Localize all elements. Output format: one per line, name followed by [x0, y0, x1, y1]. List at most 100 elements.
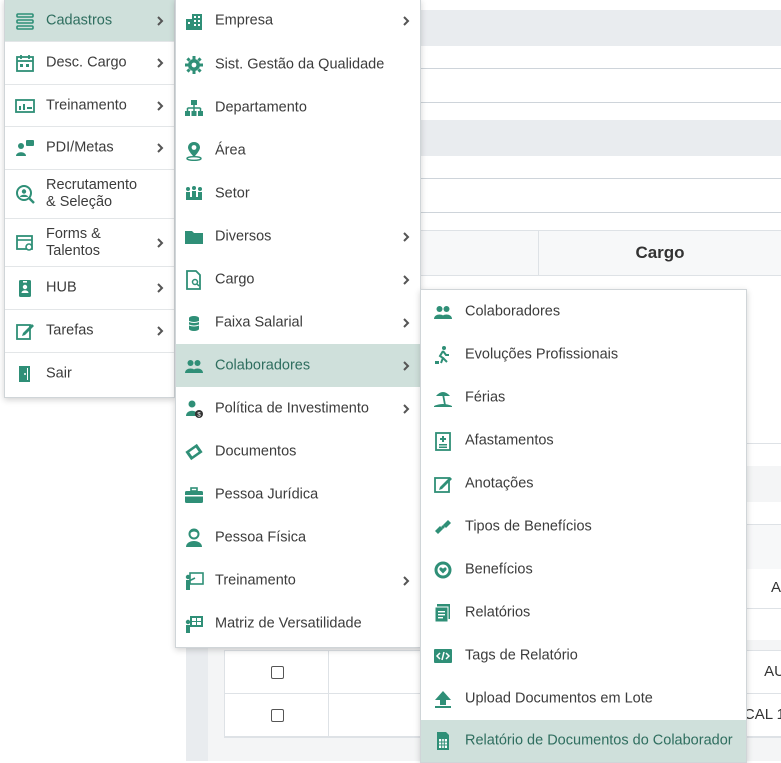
form-field-1 [420, 10, 781, 46]
menu-item-relatorio-documentos-colaborador[interactable]: Relatório de Documentos do Colaborador [421, 720, 746, 762]
menu-item-label: Departamento [215, 99, 307, 115]
form-field-5 [420, 178, 781, 179]
target-heart-icon [434, 561, 452, 578]
menu-item-hub[interactable]: HUB [5, 267, 174, 310]
menu-item-colaboradores[interactable]: Colaboradores [176, 344, 420, 387]
menu-item-label: Política de Investimento [215, 400, 369, 416]
sitemap-icon [185, 99, 203, 116]
menu-item-upload-documentos-lote[interactable]: Upload Documentos em Lote [421, 677, 746, 720]
menu-item-label: Férias [465, 389, 506, 405]
menu-item-departamento[interactable]: Departamento [176, 86, 420, 129]
menu-item-label: Pessoa Jurídica [215, 486, 319, 502]
menu-item-label: Matriz de Versatilidade [215, 615, 362, 631]
menu-item-faixa-salarial[interactable]: Faixa Salarial [176, 301, 420, 344]
chevron-right-icon [157, 143, 164, 153]
chevron-right-icon [403, 360, 410, 371]
row-checkbox-cell [225, 694, 329, 736]
menu-item-area[interactable]: Área [176, 129, 420, 172]
menu-item-label: Tags de Relatório [465, 647, 578, 663]
presentation-icon [15, 98, 35, 113]
menu-item-cadastros[interactable]: Cadastros [5, 0, 174, 42]
search-person-icon [16, 185, 35, 204]
form-field-4 [420, 120, 781, 156]
colaboradores-submenu: Colaboradores Evoluções Profissionais Fé… [420, 289, 747, 763]
menu-item-label: Afastamentos [465, 432, 554, 448]
cadastros-submenu: Empresa Sist. Gestão da Qualidade Depart… [175, 0, 421, 648]
menu-item-relatorios[interactable]: Relatórios [421, 591, 746, 634]
menu-item-colaboradores-list[interactable]: Colaboradores [421, 290, 746, 333]
row-checkbox[interactable] [271, 666, 284, 679]
menu-item-label: Pessoa Física [215, 529, 307, 545]
hands-icon [435, 519, 451, 534]
menu-item-afastamentos[interactable]: Afastamentos [421, 419, 746, 462]
medical-file-icon [435, 431, 451, 451]
users-icon [185, 359, 203, 373]
menu-item-documentos[interactable]: Documentos [176, 430, 420, 473]
report-icon [434, 603, 450, 622]
menu-item-pessoa-juridica[interactable]: Pessoa Jurídica [176, 473, 420, 516]
menu-item-ferias[interactable]: Férias [421, 376, 746, 419]
chevron-right-icon [403, 16, 410, 26]
menu-item-forms-talentos[interactable]: Forms & Talentos [5, 219, 174, 267]
menu-item-label: Recrutamento & Seleção [46, 177, 138, 210]
badge-icon [19, 280, 31, 297]
chevron-right-icon [157, 58, 164, 68]
menu-item-treinamento-sub[interactable]: Treinamento [176, 559, 420, 602]
menu-item-empresa[interactable]: Empresa [176, 0, 420, 42]
row-text: CAL 1 [743, 706, 781, 723]
menu-item-label: Setor [215, 185, 250, 201]
matrix-icon [185, 615, 203, 633]
content-gutter [186, 640, 208, 761]
form-field-2 [420, 68, 781, 69]
column-header-cargo[interactable]: Cargo [539, 231, 781, 275]
code-icon [434, 648, 452, 663]
menu-item-label: Anotações [465, 475, 534, 491]
chevron-right-icon [403, 274, 410, 285]
menu-item-desc-cargo[interactable]: Desc. Cargo [5, 42, 174, 85]
users-icon [434, 305, 452, 319]
menu-item-setor[interactable]: Setor [176, 172, 420, 215]
person-money-icon: $ [186, 400, 203, 418]
panel-box-1 [745, 466, 781, 502]
menu-item-diversos[interactable]: Diversos [176, 215, 420, 258]
menu-item-matriz-versatilidade[interactable]: Matriz de Versatilidade [176, 602, 420, 645]
menu-item-politica-investimento[interactable]: $ Política de Investimento [176, 387, 420, 430]
menu-item-cargo[interactable]: Cargo [176, 258, 420, 301]
menu-item-recrutamento[interactable]: Recrutamento & Seleção [5, 170, 174, 219]
menu-item-label: Treinamento [215, 572, 296, 588]
row-checkbox[interactable] [271, 709, 284, 722]
panel-strip [745, 443, 781, 444]
menu-item-evolucoes-profissionais[interactable]: Evoluções Profissionais [421, 333, 746, 376]
menu-item-label: Sair [46, 365, 72, 382]
group-icon [186, 185, 202, 200]
menu-item-pdi-metas[interactable]: PDI/Metas [5, 127, 174, 170]
chevron-right-icon [403, 575, 410, 586]
menu-item-label: Cargo [215, 271, 255, 287]
menu-item-beneficios[interactable]: Benefícios [421, 548, 746, 591]
menu-item-pessoa-fisica[interactable]: Pessoa Física [176, 516, 420, 559]
chevron-right-icon [403, 403, 410, 414]
menu-item-anotacoes[interactable]: Anotações [421, 462, 746, 505]
menu-item-label: Diversos [215, 228, 272, 244]
menu-item-tags-relatorio[interactable]: Tags de Relatório [421, 634, 746, 677]
grid-cell-fragment: A [770, 579, 781, 596]
menu-item-label: Documentos [215, 443, 297, 459]
calendar-icon [16, 55, 34, 72]
menu-item-label: Benefícios [465, 561, 533, 577]
menu-item-label: Colaboradores [215, 357, 311, 373]
chevron-right-icon [403, 231, 410, 242]
menu-item-tarefas[interactable]: Tarefas [5, 310, 174, 353]
menu-item-label: Upload Documentos em Lote [465, 690, 653, 706]
menu-item-label: Relatório de Documentos do Colaborador [465, 732, 733, 749]
menu-item-label: Relatórios [465, 604, 531, 620]
folder-icon [185, 230, 203, 244]
menu-item-label: Cadastros [46, 12, 113, 28]
menu-item-label: HUB [46, 279, 77, 296]
menu-item-treinamento[interactable]: Treinamento [5, 85, 174, 127]
row-text: AU [764, 663, 781, 680]
menu-item-sist-gestao-qualidade[interactable]: Sist. Gestão da Qualidade [176, 43, 420, 86]
table-header: Cargo [420, 230, 781, 276]
chevron-right-icon [403, 317, 410, 328]
menu-item-tipos-beneficios[interactable]: Tipos de Benefícios [421, 505, 746, 548]
menu-item-sair[interactable]: Sair [5, 353, 174, 395]
